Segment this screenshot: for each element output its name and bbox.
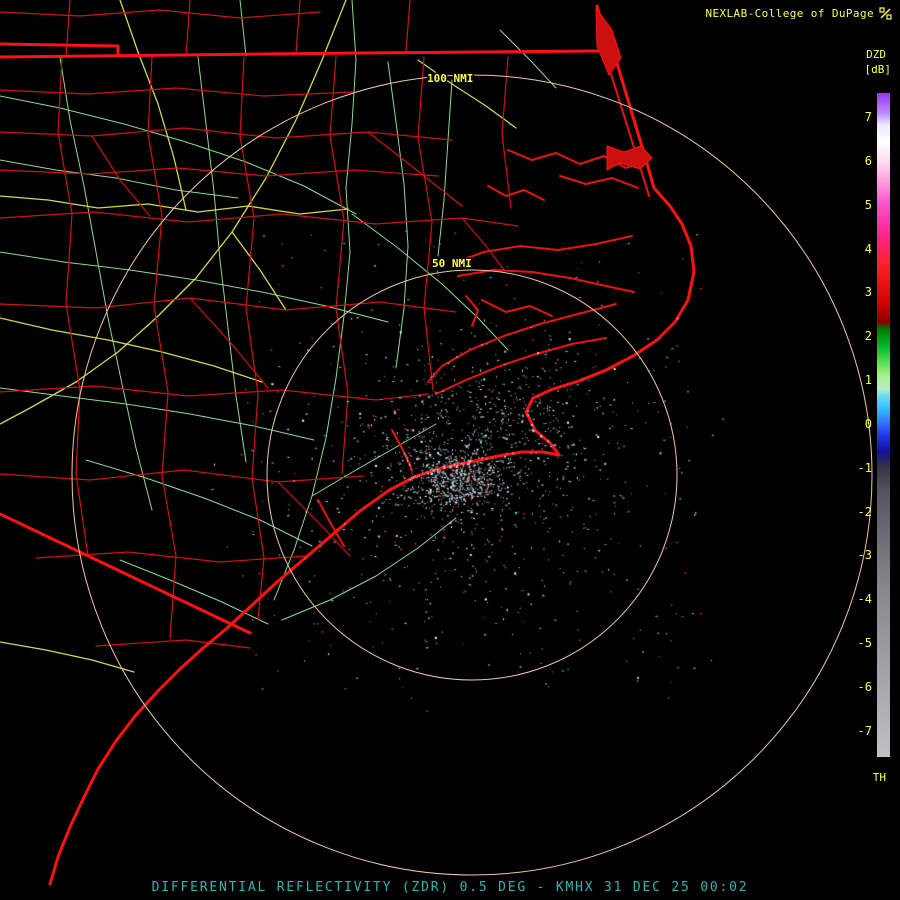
colorbar-tick-label: 6 xyxy=(864,153,872,168)
cod-logo-icon xyxy=(879,7,892,20)
colorbar-tick-label: -4 xyxy=(857,592,872,607)
colorbar-tick-label: 0 xyxy=(864,416,872,431)
colorbar-title: DZD xyxy=(866,48,886,61)
colorbar-gradient xyxy=(877,93,890,757)
colorbar-tick-label: -6 xyxy=(857,679,872,694)
colorbar-units: [dB] xyxy=(864,63,892,76)
radar-display: 100 NMI50 NMI NEXLAB-College of DuPage D… xyxy=(0,0,900,900)
colorbar-tick-label: 1 xyxy=(864,373,872,388)
colorbar-tick-label: 4 xyxy=(864,241,872,256)
colorbar-tick-label: 2 xyxy=(864,329,872,344)
colorbar-tick-label: -1 xyxy=(857,460,872,475)
product-caption: DIFFERENTIAL REFLECTIVITY (ZDR) 0.5 DEG … xyxy=(151,880,749,895)
colorbar-tick-label: -7 xyxy=(857,723,872,738)
colorbar-tick-label: 5 xyxy=(864,197,872,212)
colorbar-tick-label: -5 xyxy=(857,636,872,651)
colorbar-bottom-label: TH xyxy=(872,771,886,784)
colorbar-tick-label: -3 xyxy=(857,548,872,563)
site-title: NEXLAB-College of DuPage xyxy=(705,7,874,20)
colorbar-tick-label: -2 xyxy=(857,504,872,519)
colorbar-tick-label: 3 xyxy=(864,285,872,300)
colorbar-tick-label: 7 xyxy=(864,110,872,125)
radar-canvas xyxy=(0,0,900,900)
